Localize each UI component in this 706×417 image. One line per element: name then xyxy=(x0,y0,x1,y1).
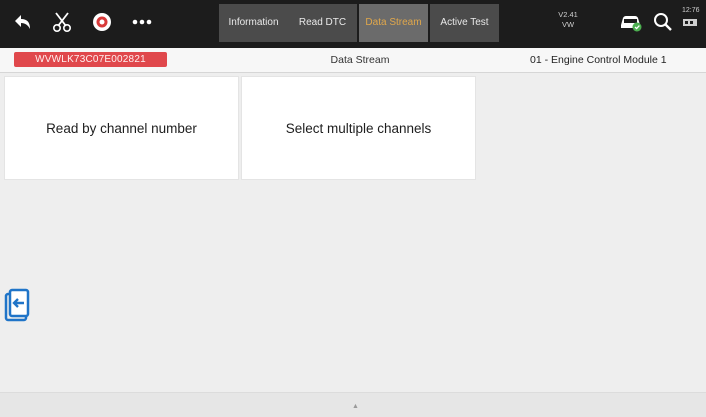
drag-handle-icon[interactable]: ▲ xyxy=(352,403,359,410)
read-by-channel-label: Read by channel number xyxy=(46,120,197,136)
battery-icon xyxy=(683,19,697,26)
exit-tab-icon[interactable] xyxy=(4,286,30,328)
search-icon[interactable] xyxy=(648,0,678,44)
tab-active-test[interactable]: Active Test xyxy=(430,4,499,42)
more-icon[interactable] xyxy=(126,0,158,44)
select-multiple-channels-button[interactable]: Select multiple channels xyxy=(242,77,475,179)
read-by-channel-button[interactable]: Read by channel number xyxy=(5,77,238,179)
select-multiple-channels-label: Select multiple channels xyxy=(285,120,432,136)
main-content: Read by channel number Select multiple c… xyxy=(0,73,706,392)
software-version: V2.41 xyxy=(558,10,578,19)
top-toolbar: Information Read DTC Data Stream Active … xyxy=(0,0,706,48)
back-icon[interactable] xyxy=(6,0,38,44)
record-icon[interactable] xyxy=(86,0,118,44)
info-bar: WVWLK73C07E002821 Data Stream 01 - Engin… xyxy=(0,48,706,73)
scissors-icon[interactable] xyxy=(46,0,78,44)
tab-read-dtc[interactable]: Read DTC xyxy=(288,4,357,42)
tab-data-stream[interactable]: Data Stream xyxy=(359,4,428,42)
clock: 12:76 xyxy=(682,6,706,30)
page-title: Data Stream xyxy=(330,54,390,66)
tab-information[interactable]: Information xyxy=(219,4,288,42)
module-name: 01 - Engine Control Module 1 xyxy=(530,54,667,66)
vehicle-make: VW xyxy=(561,20,575,29)
vehicle-check-icon[interactable] xyxy=(614,0,648,44)
vin-badge: WVWLK73C07E002821 xyxy=(14,52,167,67)
bottom-bar: ▲ xyxy=(0,392,706,417)
tab-data-stream-label: Data Stream xyxy=(365,17,422,28)
clock-time: 12:76 xyxy=(682,7,700,14)
version-info: V2.41 VW xyxy=(552,10,584,30)
